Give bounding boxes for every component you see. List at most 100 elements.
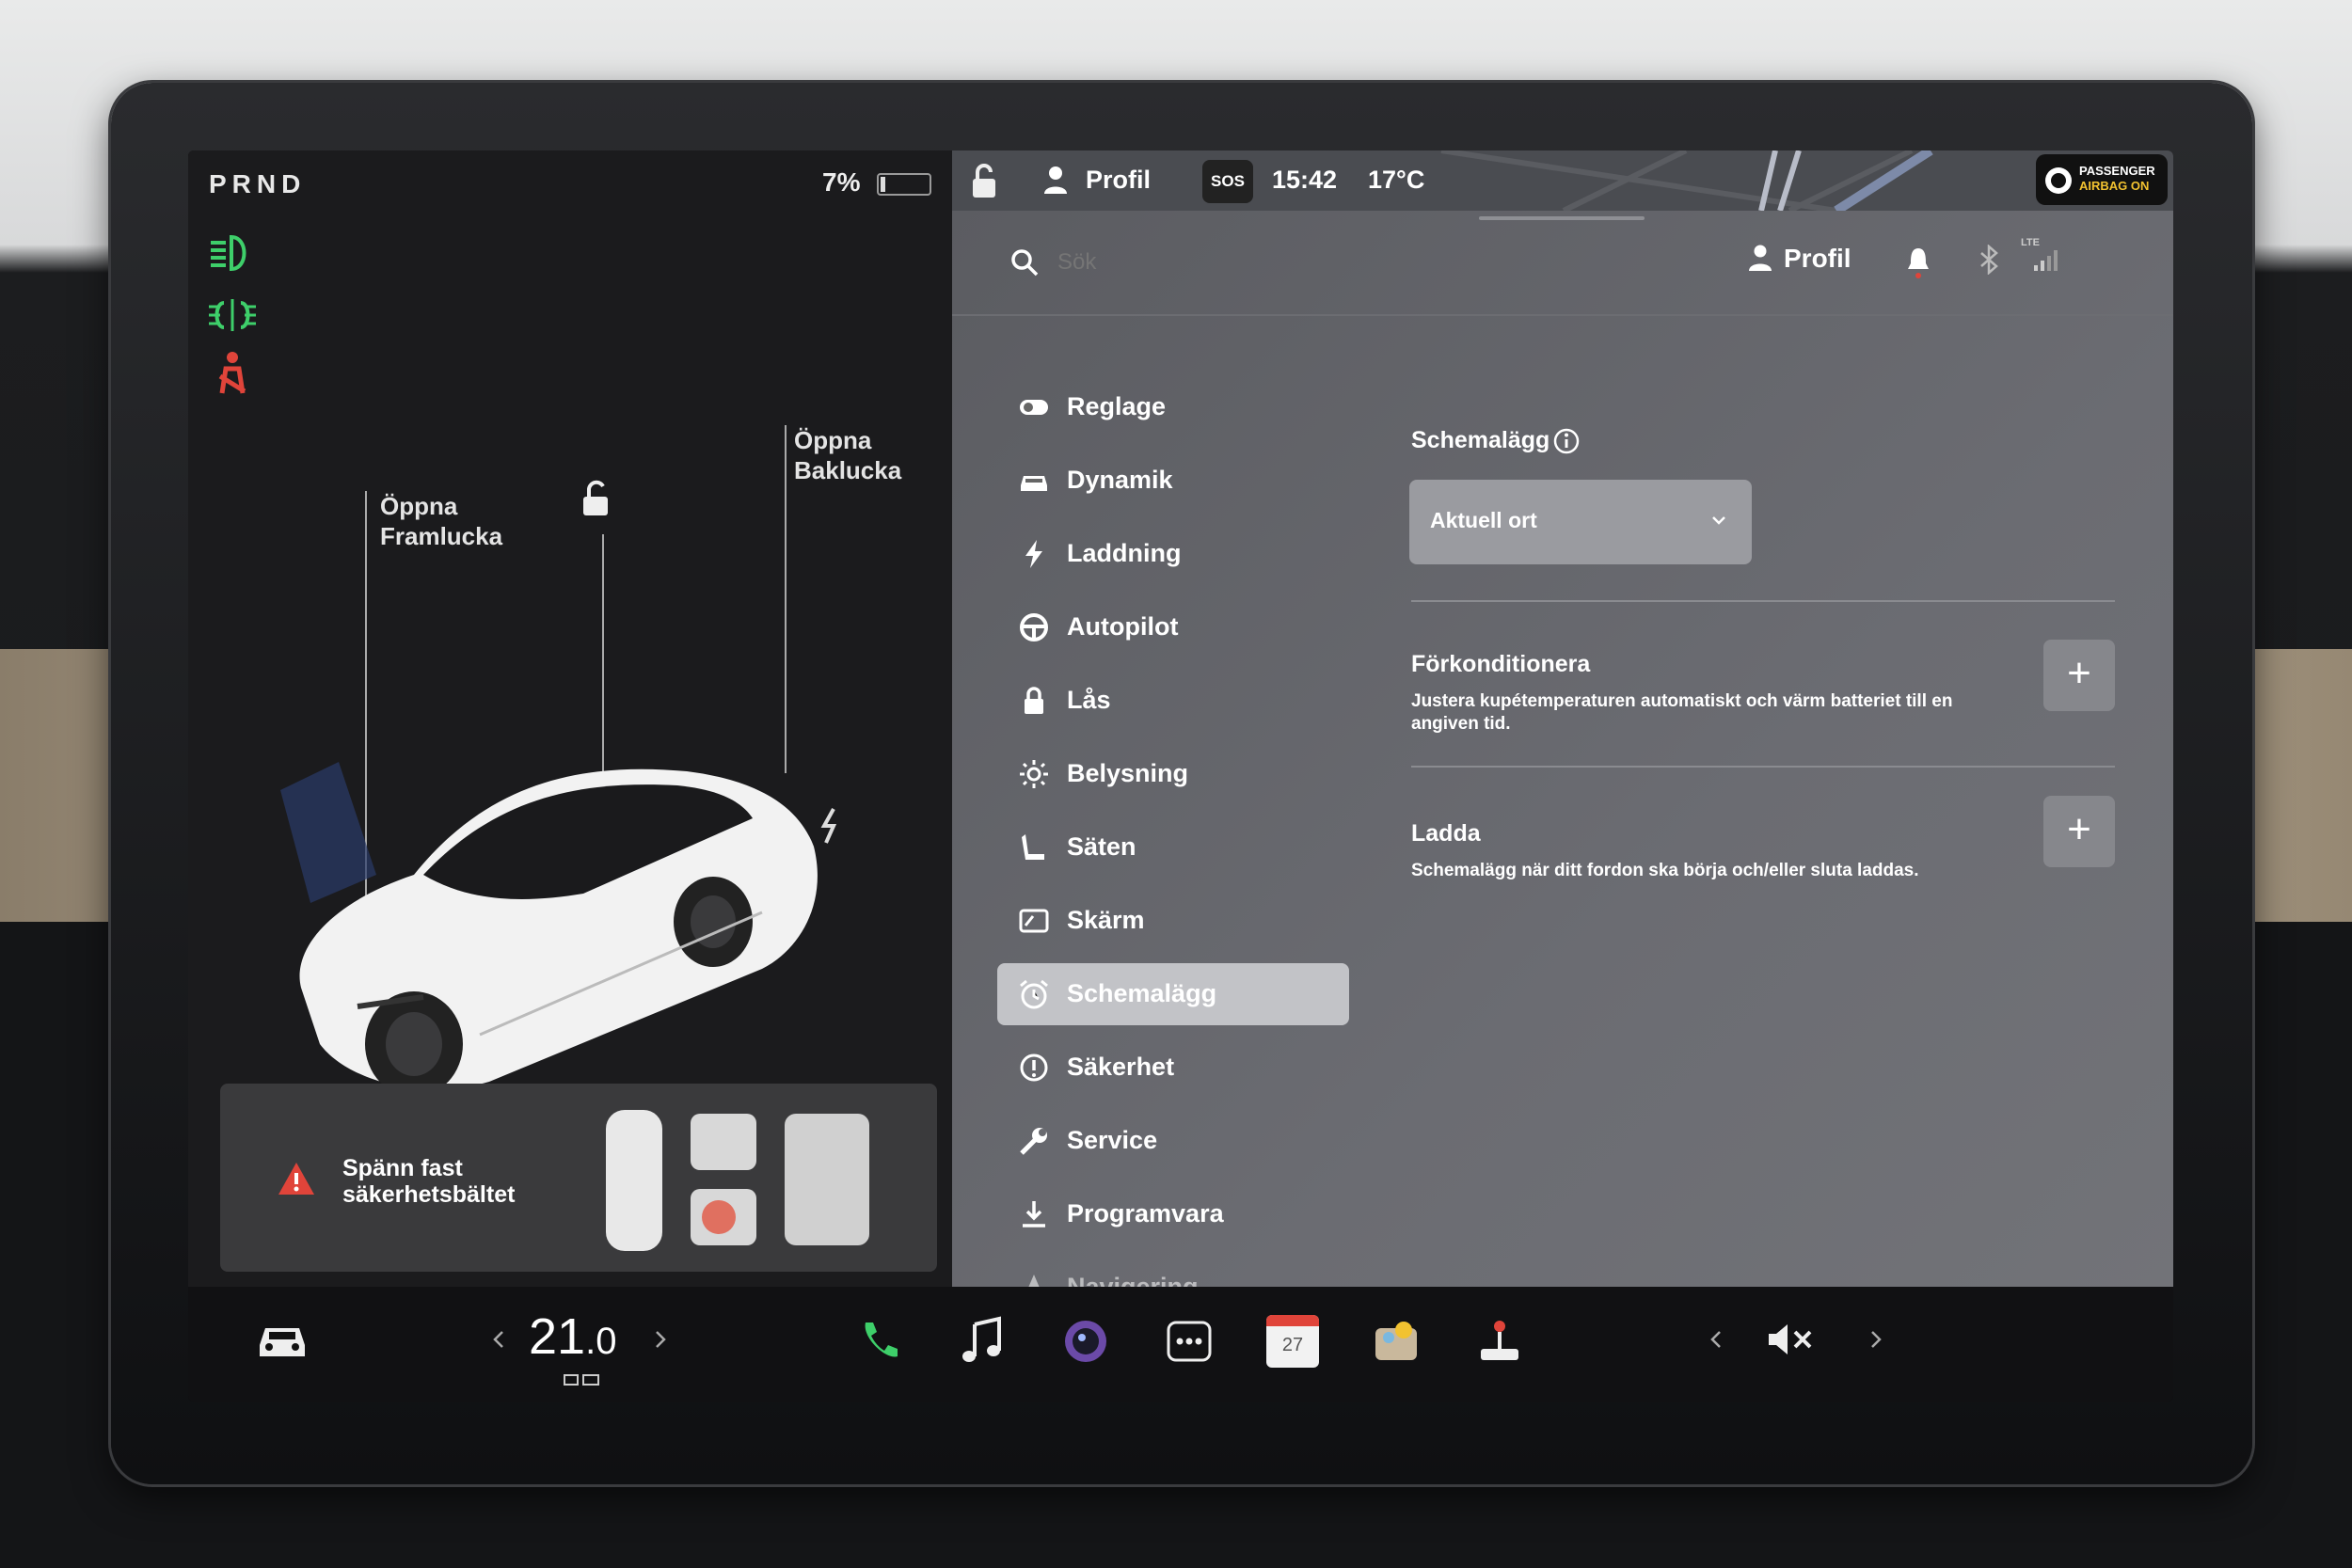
top-profile-button[interactable]: Profil — [1086, 166, 1151, 195]
settings-profile-button[interactable]: Profil — [1784, 244, 1851, 274]
clock: 15:42 — [1272, 166, 1338, 194]
toggle-icon — [1020, 400, 1048, 415]
open-rear-trunk-button[interactable]: Öppna Baklucka — [794, 425, 901, 485]
nav-las[interactable]: Lås — [997, 670, 1349, 732]
rear-trunk-label-1: Öppna — [794, 426, 872, 454]
nav-label: Belysning — [1067, 759, 1189, 787]
nav-programvara[interactable]: Programvara — [997, 1183, 1349, 1245]
fog-light-icon — [209, 299, 256, 331]
profile-icon-settings — [1749, 245, 1772, 271]
more-apps-icon[interactable] — [1163, 1315, 1216, 1368]
nav-label: Lås — [1067, 686, 1111, 714]
front-trunk-label-1: Öppna — [380, 492, 458, 520]
low-beam-icon — [211, 234, 246, 272]
arcade-joystick-icon[interactable] — [1473, 1315, 1526, 1368]
car-controls-icon[interactable] — [256, 1319, 309, 1360]
nav-dynamik[interactable]: Dynamik — [997, 450, 1349, 512]
cabin-temperature[interactable]: 21.0 — [529, 1307, 616, 1366]
nav-label: Säten — [1067, 832, 1136, 861]
phone-icon[interactable] — [852, 1315, 905, 1368]
section-divider — [1411, 766, 2115, 768]
trunk-lock-icon[interactable] — [969, 164, 999, 199]
search-input[interactable] — [1056, 243, 1530, 282]
bolt-icon — [1025, 540, 1042, 568]
info-icon[interactable] — [1552, 427, 1581, 455]
location-selected-value: Aktuell ort — [1430, 508, 1537, 532]
nav-belysning[interactable]: Belysning — [997, 743, 1349, 805]
chevron-down-icon — [1712, 516, 1725, 525]
touchscreen: PRND 7% Öppna Framlucka Öppna Baklucka S… — [188, 150, 2173, 1402]
precondition-title: Förkonditionera — [1411, 651, 1591, 677]
warning-triangle-icon — [278, 1163, 314, 1195]
temp-decrease-chevron-icon[interactable] — [491, 1328, 506, 1351]
seat-heater-icon — [564, 1374, 599, 1386]
front-trunk-label-2: Framlucka — [380, 522, 503, 550]
precondition-description: Justera kupétemperaturen automatiskt och… — [1411, 690, 1952, 736]
volume-decrease-chevron-icon[interactable] — [1708, 1328, 1724, 1351]
charge-title: Ladda — [1411, 820, 1481, 847]
volume-muted-icon[interactable] — [1765, 1319, 1818, 1360]
nav-sakerhet[interactable]: Säkerhet — [997, 1037, 1349, 1099]
nav-laddning[interactable]: Laddning — [997, 523, 1349, 585]
lock-icon — [1025, 687, 1043, 714]
calendar-day: 27 — [1281, 1335, 1304, 1355]
sos-button[interactable]: SOS — [1202, 160, 1253, 203]
nav-label: Autopilot — [1067, 612, 1179, 641]
precondition-desc-line-1: Justera kupétemperaturen automatiskt och… — [1411, 691, 1953, 711]
nav-schemalagg[interactable]: Schemalägg — [997, 963, 1349, 1025]
download-icon — [1023, 1201, 1045, 1227]
seatbelt-warning-icon — [218, 352, 246, 394]
volume-increase-chevron-icon[interactable] — [1868, 1328, 1883, 1351]
nav-label: Säkerhet — [1067, 1053, 1175, 1081]
airbag-icon — [2045, 167, 2072, 194]
unlock-icon[interactable] — [580, 480, 612, 517]
seat-occupancy-diagram — [606, 1110, 869, 1251]
warning-line-1: Spänn fast — [342, 1155, 463, 1181]
add-charge-schedule-button[interactable]: + — [2043, 796, 2115, 867]
signal-strength-icon — [2034, 250, 2058, 271]
toybox-icon[interactable] — [1370, 1315, 1422, 1368]
warning-line-2: säkerhetsbältet — [342, 1181, 516, 1208]
section-divider — [1411, 600, 2115, 602]
map-status-strip: Profil SOS 15:42 17°C PASSENGER AIRBAG O… — [952, 150, 2173, 211]
camera-icon[interactable] — [1059, 1315, 1112, 1368]
nav-saten[interactable]: Säten — [997, 816, 1349, 879]
outside-temperature: 17°C — [1368, 166, 1425, 194]
airbag-line-1: PASSENGER — [2079, 164, 2155, 178]
notification-bell-icon[interactable] — [1906, 246, 1931, 278]
bluetooth-icon[interactable] — [1978, 245, 2000, 275]
temperature-decimal: .0 — [585, 1321, 617, 1362]
nav-label: Schemalägg — [1067, 979, 1217, 1007]
temp-increase-chevron-icon[interactable] — [653, 1328, 668, 1351]
seatbelt-warning-text: Spänn fast säkerhetsbältet — [342, 1155, 515, 1208]
battery-icon — [877, 173, 931, 196]
gear-indicator: PRND — [209, 169, 307, 198]
add-precondition-button[interactable]: + — [2043, 640, 2115, 711]
sun-icon — [1020, 760, 1048, 788]
nav-service[interactable]: Service — [997, 1110, 1349, 1172]
display-icon — [1019, 909, 1049, 933]
nav-label: Dynamik — [1067, 466, 1173, 494]
precondition-desc-line-2: angiven tid. — [1411, 714, 1511, 734]
steering-wheel-icon — [1020, 613, 1048, 641]
lte-indicator: LTE — [2021, 237, 2040, 248]
airbag-line-2: AIRBAG ON — [2079, 179, 2150, 193]
schedule-title: Schemalägg — [1411, 427, 1550, 453]
passenger-airbag-indicator: PASSENGER AIRBAG ON — [2036, 154, 2168, 205]
battery-percent: 7% — [822, 167, 861, 197]
profile-icon — [1044, 166, 1067, 194]
open-front-trunk-button[interactable]: Öppna Framlucka — [380, 491, 502, 551]
charge-description: Schemalägg när ditt fordon ska börja och… — [1411, 861, 1919, 880]
search-icon[interactable] — [1010, 248, 1039, 277]
search-row: Profil LTE — [952, 211, 2173, 316]
settings-panel: Profil LTE Reglage — [952, 211, 2173, 1301]
nav-autopilot[interactable]: Autopilot — [997, 596, 1349, 658]
info-circle-icon — [1020, 1053, 1048, 1082]
calendar-header — [1266, 1315, 1319, 1326]
seat-icon — [1022, 834, 1044, 860]
nav-skarm[interactable]: Skärm — [997, 890, 1349, 952]
location-dropdown[interactable]: Aktuell ort — [1409, 480, 1752, 564]
nav-reglage[interactable]: Reglage — [997, 376, 1349, 438]
calendar-icon[interactable]: 27 — [1266, 1315, 1319, 1368]
music-icon[interactable] — [956, 1315, 1009, 1368]
